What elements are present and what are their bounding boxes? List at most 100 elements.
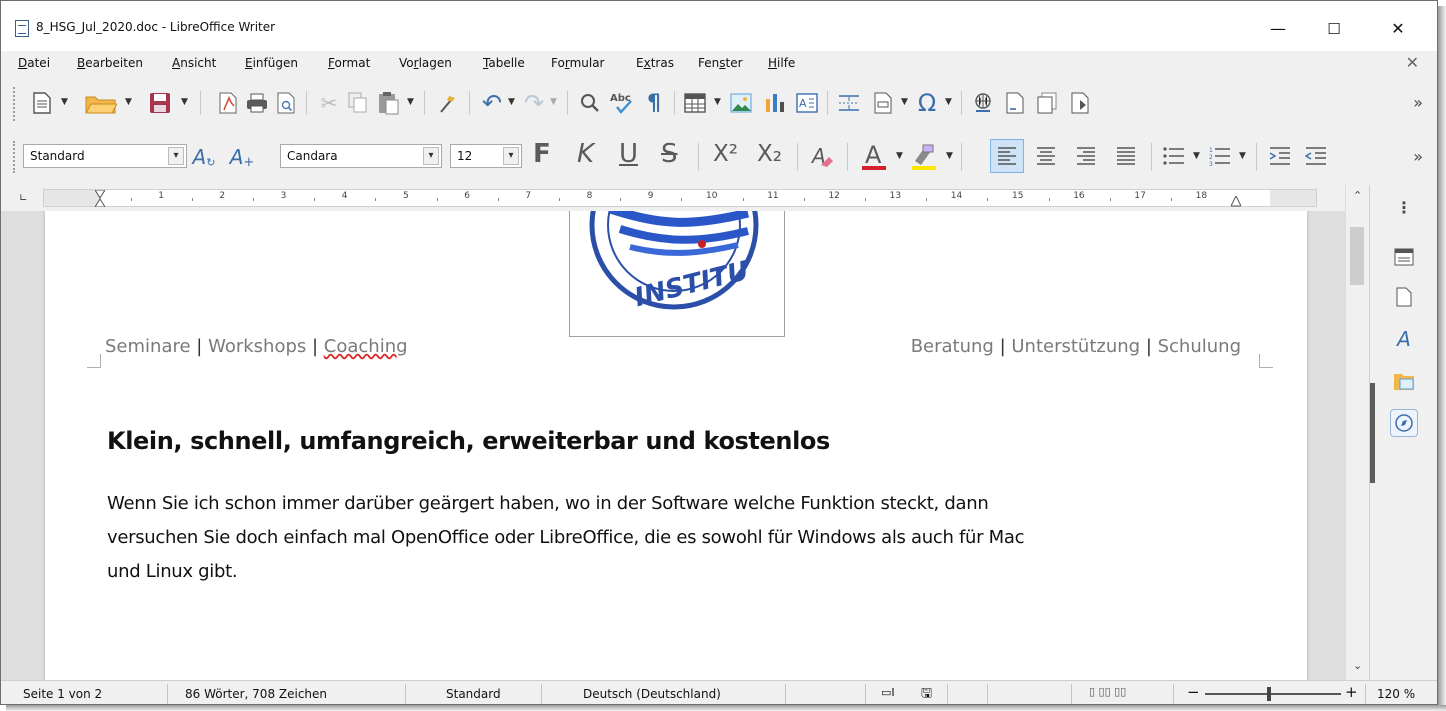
navigator-icon[interactable] (1390, 409, 1418, 437)
insert-image-icon[interactable] (727, 89, 755, 117)
close-button[interactable]: ✕ (1375, 15, 1421, 43)
language-status[interactable]: Deutsch (Deutschland) (583, 687, 721, 701)
copy-icon[interactable] (345, 89, 371, 117)
new-document-dropdown-icon[interactable]: ▼ (61, 97, 68, 107)
font-color-dropdown-icon[interactable]: ▼ (896, 151, 903, 161)
vertical-scrollbar[interactable]: ⌃ ⌄ (1345, 185, 1369, 680)
insert-footnote-icon[interactable] (1001, 89, 1029, 117)
formatting-overflow-icon[interactable]: » (1413, 147, 1423, 166)
zoom-slider[interactable] (1205, 687, 1341, 701)
decrease-indent-icon[interactable] (1301, 139, 1331, 173)
unordered-list-dropdown-icon[interactable]: ▼ (1193, 151, 1200, 161)
subscript-button[interactable]: X₂ (757, 141, 782, 167)
undo-dropdown-icon[interactable]: ▼ (508, 97, 515, 107)
new-document-icon[interactable] (29, 89, 55, 117)
zoom-in-button[interactable]: + (1345, 683, 1358, 701)
chevron-down-icon[interactable]: ▾ (423, 147, 439, 165)
unordered-list-icon[interactable] (1159, 139, 1189, 173)
close-document-icon[interactable]: ✕ (1406, 53, 1419, 72)
special-character-icon[interactable]: Ω (913, 89, 941, 117)
paragraph-style-select[interactable]: Standard ▾ (23, 144, 187, 168)
update-style-icon[interactable]: A ↻ (189, 143, 219, 171)
save-icon[interactable] (147, 89, 173, 117)
scroll-up-arrow-icon[interactable]: ⌃ (1353, 189, 1362, 202)
insert-comment-icon[interactable] (1033, 89, 1061, 117)
insert-field-icon[interactable] (869, 89, 897, 117)
paste-dropdown-icon[interactable]: ▼ (407, 97, 414, 107)
print-preview-icon[interactable] (273, 89, 299, 117)
track-changes-icon[interactable] (1067, 89, 1095, 117)
menu-format[interactable]: Format (328, 56, 370, 70)
body-text-line[interactable]: Wenn Sie ich schon immer darüber geärger… (107, 493, 989, 514)
insert-page-break-icon[interactable] (835, 89, 863, 117)
word-count-status[interactable]: 86 Wörter, 708 Zeichen (185, 687, 327, 701)
align-right-icon[interactable] (1071, 139, 1101, 173)
view-layout-icons[interactable]: ▯ ▯▯ ▯▯ (1089, 685, 1126, 698)
redo-dropdown-icon[interactable]: ▼ (550, 97, 557, 107)
insert-table-dropdown-icon[interactable]: ▼ (714, 97, 721, 107)
zoom-out-button[interactable]: − (1187, 683, 1200, 701)
insert-textbox-icon[interactable]: A (793, 89, 821, 117)
clone-formatting-icon[interactable] (434, 89, 460, 117)
body-text-line[interactable]: versuchen Sie doch einfach mal OpenOffic… (107, 527, 1025, 548)
increase-indent-icon[interactable] (1265, 139, 1295, 173)
underline-button[interactable]: U (619, 139, 638, 169)
insert-field-dropdown-icon[interactable]: ▼ (901, 97, 908, 107)
page-style-status[interactable]: Standard (446, 687, 501, 701)
formatting-marks-icon[interactable]: ¶ (642, 89, 666, 117)
paste-icon[interactable] (375, 89, 403, 117)
font-color-icon[interactable]: A (857, 139, 891, 173)
insert-table-icon[interactable] (681, 89, 709, 117)
menu-extras[interactable]: Extras (636, 56, 674, 70)
left-indent-marker[interactable] (94, 189, 106, 208)
italic-button[interactable]: K (577, 139, 594, 169)
ordered-list-dropdown-icon[interactable]: ▼ (1239, 151, 1246, 161)
right-indent-marker[interactable] (1230, 194, 1242, 207)
chevron-down-icon[interactable]: ▾ (168, 147, 184, 165)
toolbar-grip[interactable] (13, 87, 17, 121)
save-dropdown-icon[interactable]: ▼ (181, 97, 188, 107)
gallery-icon[interactable] (1390, 367, 1418, 395)
open-folder-icon[interactable] (83, 89, 119, 117)
horizontal-ruler[interactable]: ∟ 1 2 3 4 5 6 7 8 9 10 11 12 13 14 15 16 17 18 (1, 185, 1337, 211)
maximize-button[interactable]: ☐ (1311, 15, 1357, 43)
ruler-scale[interactable]: 1 2 3 4 5 6 7 8 9 10 11 12 13 14 15 16 17 18 (43, 189, 1317, 208)
toolbar-overflow-icon[interactable]: » (1413, 93, 1423, 112)
insert-chart-icon[interactable] (761, 89, 789, 117)
sidebar-menu-icon[interactable]: ⋮ (1390, 193, 1418, 221)
menu-tabelle[interactable]: Tabelle (483, 56, 525, 70)
chevron-down-icon[interactable]: ▾ (503, 147, 519, 165)
insert-hyperlink-icon[interactable] (969, 89, 997, 117)
clear-formatting-icon[interactable]: A (807, 141, 837, 171)
document-heading[interactable]: Klein, schnell, umfangreich, erweiterbar… (107, 427, 830, 455)
align-left-icon[interactable] (990, 139, 1024, 173)
body-text-line[interactable]: und Linux gibt. (107, 561, 238, 582)
redo-icon[interactable]: ↷ (521, 89, 547, 117)
align-center-icon[interactable] (1031, 139, 1061, 173)
menu-einfuegen[interactable]: Einfügen (245, 56, 298, 70)
tab-stop-type-icon[interactable]: ∟ (19, 193, 27, 204)
highlighting-dropdown-icon[interactable]: ▼ (946, 151, 953, 161)
insert-mode-icon[interactable]: ▭I (881, 686, 895, 699)
superscript-button[interactable]: X² (713, 141, 738, 167)
font-size-select[interactable]: 12 ▾ (450, 144, 522, 168)
menu-ansicht[interactable]: Ansicht (172, 56, 216, 70)
document-canvas[interactable]: INSTITU Seminare | Workshops | Coaching … (1, 211, 1345, 680)
new-style-icon[interactable]: A + (227, 143, 257, 171)
menu-bearbeiten[interactable]: Bearbeiten (77, 56, 143, 70)
menu-datei[interactable]: Datei (18, 56, 50, 70)
special-character-dropdown-icon[interactable]: ▼ (945, 97, 952, 107)
minimize-button[interactable]: — (1255, 15, 1301, 43)
document-page[interactable]: INSTITU Seminare | Workshops | Coaching … (45, 211, 1307, 680)
font-name-select[interactable]: Candara ▾ (280, 144, 442, 168)
document-modified-icon[interactable]: 🖫 (921, 684, 932, 704)
undo-icon[interactable]: ↶ (479, 89, 505, 117)
spelling-icon[interactable]: Abc (608, 89, 636, 117)
export-pdf-icon[interactable] (215, 89, 241, 117)
page-count-status[interactable]: Seite 1 von 2 (23, 687, 102, 701)
styles-icon[interactable]: A (1390, 325, 1418, 353)
highlighting-color-icon[interactable] (907, 139, 941, 173)
page-icon[interactable] (1390, 283, 1418, 311)
menu-hilfe[interactable]: Hilfe (768, 56, 795, 70)
scroll-down-arrow-icon[interactable]: ⌄ (1353, 659, 1362, 672)
